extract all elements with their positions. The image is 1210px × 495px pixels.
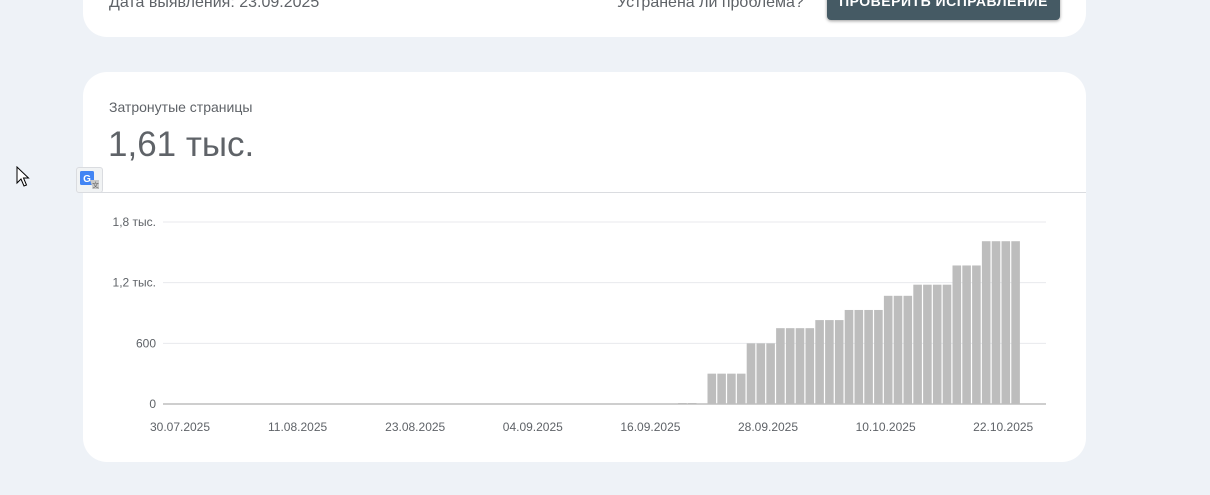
chart-bar [746,343,756,404]
chart-bar [815,320,824,404]
chart-bar [972,265,981,404]
chart-bar [923,284,932,404]
x-tick-label: 28.09.2025 [738,420,798,434]
chart-bar [854,309,864,404]
x-tick-label: 16.09.2025 [620,420,680,434]
chart-bar [913,284,922,404]
mouse-pointer-icon [16,165,30,193]
x-tick-label: 11.08.2025 [268,420,327,434]
y-tick-label: 0 [149,397,156,411]
chart-bar [707,373,717,404]
affected-pages-chart: 0 600 1,2 тыс. 1,8 тыс. 30.07.2025 11.08.2025… [113,215,1046,434]
chart-bar [834,320,844,404]
x-tick-label: 04.09.2025 [503,420,563,434]
chart-bar [962,265,971,404]
chart-bar [678,403,687,404]
issue-header-card: Дата выявления: 23.09.2025 Устранена ли … [83,0,1086,37]
x-tick-label: 10.10.2025 [856,420,916,434]
fixed-question-label: Устранена ли проблема? [617,0,804,11]
chart-bar [687,403,697,404]
x-tick-label: 30.07.2025 [150,420,210,434]
chart-bar [981,241,991,404]
y-tick-label: 600 [136,336,156,350]
svg-text:G: G [83,174,91,185]
chart-bar [903,295,913,404]
chart-bar [736,373,746,404]
chart-bar [864,309,873,404]
chart-bar [893,295,903,404]
chart-bar [776,328,785,404]
chart-bar [952,265,962,404]
chart-bar [756,343,766,404]
svg-text:文: 文 [92,181,99,190]
x-tick-label: 23.08.2025 [385,420,445,434]
chart-bar [795,328,805,404]
detection-date: Дата выявления: 23.09.2025 [109,0,320,11]
x-tick-label: 22.10.2025 [973,420,1033,434]
chart-bar [825,320,834,404]
chart-bar [1011,241,1020,404]
chart-bar [991,241,1001,404]
affected-pages-card: Затронутые страницы 1,61 тыс. 0 600 1,2 ты… [83,72,1086,462]
validate-fix-button[interactable]: ПРОВЕРИТЬ ИСПРАВЛЕНИЕ [827,0,1060,20]
chart-bar [727,373,736,404]
chart-bar [717,373,726,404]
chart-bar [942,284,952,404]
chart-bar [1001,241,1011,404]
chart-bar [844,309,854,404]
chart-bar [874,309,883,404]
chart-bar [785,328,795,404]
chart-bar [883,295,893,404]
chart-bar [932,284,942,404]
y-tick-label: 1,8 тыс. [113,215,156,229]
chart-bar [766,343,775,404]
google-translate-icon[interactable]: G 文 [76,167,103,193]
chart-bar [805,328,815,404]
y-tick-label: 1,2 тыс. [113,276,156,290]
